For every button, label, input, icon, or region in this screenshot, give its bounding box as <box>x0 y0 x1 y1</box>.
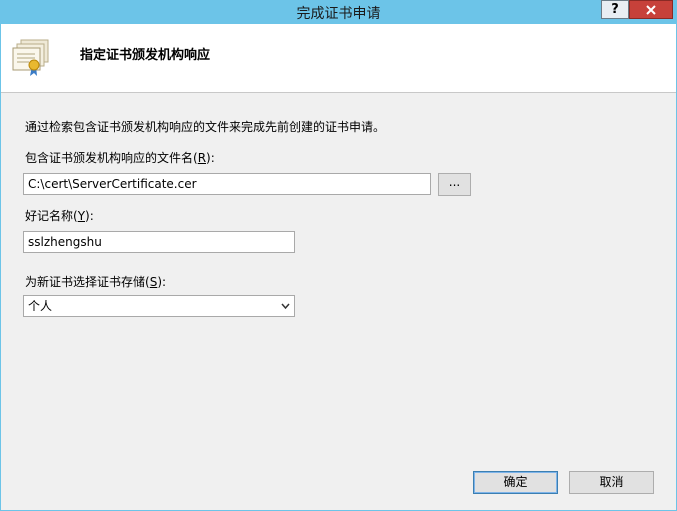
help-label: ? <box>611 2 619 17</box>
chevron-down-icon <box>281 303 290 310</box>
dialog-window: 完成证书申请 ? 指定证书颁发机构响应 通过检索包含证书颁发机构响应的文件来完成… <box>0 0 677 511</box>
cert-store-label: 为新证书选择证书存储(S): <box>25 275 167 289</box>
close-button[interactable] <box>629 0 673 19</box>
window-title: 完成证书申请 <box>296 6 381 22</box>
friendly-name-input[interactable]: sslzhengshu <box>23 231 295 253</box>
cancel-button[interactable]: 取消 <box>569 471 654 494</box>
dialog-content: 通过检索包含证书颁发机构响应的文件来完成先前创建的证书申请。 包含证书颁发机构响… <box>1 93 676 510</box>
file-path-input[interactable]: C:\cert\ServerCertificate.cer <box>23 173 431 195</box>
help-button[interactable]: ? <box>601 0 629 19</box>
header-title: 指定证书颁发机构响应 <box>80 48 211 63</box>
file-name-label: 包含证书颁发机构响应的文件名(R): <box>25 151 215 165</box>
certificate-icon <box>12 39 49 76</box>
close-icon <box>646 4 656 15</box>
friendly-name-label: 好记名称(Y): <box>25 209 94 223</box>
description-text: 通过检索包含证书颁发机构响应的文件来完成先前创建的证书申请。 <box>25 120 386 134</box>
wizard-header: 指定证书颁发机构响应 <box>1 24 676 93</box>
browse-button[interactable]: ... <box>438 173 471 196</box>
ok-button[interactable]: 确定 <box>473 471 558 494</box>
cert-store-select[interactable]: 个人 <box>23 295 295 317</box>
cert-store-value: 个人 <box>28 299 53 313</box>
title-bar: 完成证书申请 ? <box>0 0 677 24</box>
